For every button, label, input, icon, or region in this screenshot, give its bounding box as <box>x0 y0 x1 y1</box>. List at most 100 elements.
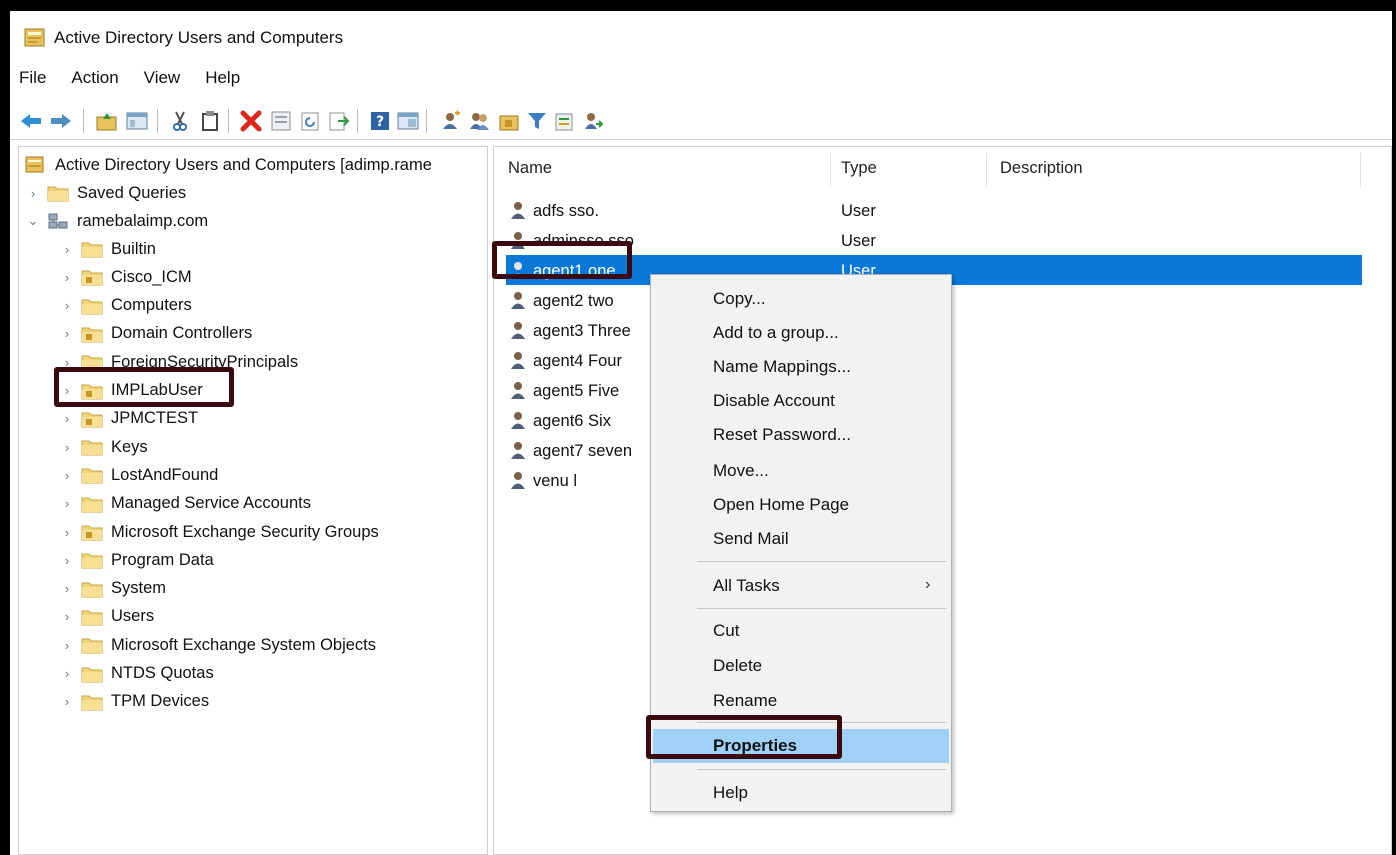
new-user-icon[interactable] <box>438 108 464 134</box>
chevron-right-icon[interactable]: › <box>59 581 75 597</box>
chevron-right-icon[interactable]: › <box>59 609 75 625</box>
user-icon <box>508 410 530 432</box>
chevron-right-icon[interactable]: › <box>59 552 75 568</box>
copy-icon[interactable] <box>197 108 223 134</box>
column-header-type[interactable]: Type <box>841 159 877 178</box>
submenu-arrow-icon: › <box>925 576 931 593</box>
menu-item-add-to-group[interactable]: Add to a group... <box>713 323 839 343</box>
toolbar: ? <box>10 102 1392 140</box>
tree-item-saved-queries[interactable]: › Saved Queries <box>25 179 186 207</box>
chevron-right-icon[interactable]: › <box>59 326 75 342</box>
properties-icon[interactable] <box>268 108 294 134</box>
add-to-group-icon[interactable] <box>552 108 578 134</box>
export-icon[interactable] <box>326 108 352 134</box>
menu-item-properties[interactable]: Properties <box>713 736 797 756</box>
column-header-description[interactable]: Description <box>1000 159 1083 178</box>
view-icon[interactable] <box>395 108 421 134</box>
tree-item-jpmctest[interactable]: › JPMCTEST <box>59 405 198 433</box>
console-tree-icon[interactable] <box>124 108 150 134</box>
column-header-name[interactable]: Name <box>508 159 552 178</box>
chevron-right-icon[interactable]: › <box>59 666 75 682</box>
menu-item-rename[interactable]: Rename <box>713 691 777 711</box>
menu-item-copy[interactable]: Copy... <box>713 289 766 309</box>
chevron-right-icon[interactable]: › <box>59 496 75 512</box>
chevron-right-icon[interactable]: › <box>59 354 75 370</box>
back-icon[interactable] <box>18 108 44 134</box>
chevron-right-icon[interactable]: › <box>59 694 75 710</box>
menu-item-send-mail[interactable]: Send Mail <box>713 529 789 549</box>
chevron-right-icon[interactable]: › <box>59 411 75 427</box>
up-folder-icon[interactable] <box>94 108 120 134</box>
chevron-right-icon[interactable]: › <box>59 637 75 653</box>
tree-item-label: Microsoft Exchange Security Groups <box>111 522 379 541</box>
tree-item-users[interactable]: › Users <box>59 603 154 631</box>
tree-item-system[interactable]: › System <box>59 575 166 603</box>
tree-root[interactable]: Active Directory Users and Computers [ad… <box>25 151 432 179</box>
tree-item-label: Builtin <box>111 239 156 258</box>
aduc-window: Active Directory Users and Computers Fil… <box>10 11 1392 855</box>
tree-item-implabuser[interactable]: › IMPLabUser <box>59 377 203 405</box>
new-ou-icon[interactable] <box>496 108 522 134</box>
tree-item-managed-service-accounts[interactable]: › Managed Service Accounts <box>59 490 311 518</box>
filter-icon[interactable] <box>524 108 550 134</box>
menu-item-all-tasks[interactable]: All Tasks <box>713 576 780 596</box>
chevron-right-icon[interactable]: › <box>59 383 75 399</box>
tree-item-foreignsecurityprincipals[interactable]: › ForeignSecurityPrincipals <box>59 348 298 376</box>
menu-item-help[interactable]: Help <box>713 783 748 803</box>
context-menu: Copy... Add to a group... Name Mappings.… <box>650 274 952 812</box>
tree-item-lostandfound[interactable]: › LostAndFound <box>59 461 218 489</box>
tree-item-microsoft-exchange-system-objects[interactable]: › Microsoft Exchange System Objects <box>59 631 376 659</box>
user-name-cell: agent4 Four <box>508 350 622 372</box>
menu-item-reset-password[interactable]: Reset Password... <box>713 425 851 445</box>
tree-item-microsoft-exchange-security-groups[interactable]: › Microsoft Exchange Security Groups <box>59 518 379 546</box>
tree-item-cisco-icm[interactable]: › Cisco_ICM <box>59 263 192 291</box>
aduc-root-icon <box>25 156 47 174</box>
new-group-icon[interactable] <box>467 108 493 134</box>
tree-item-tpm-devices[interactable]: › TPM Devices <box>59 688 209 716</box>
tree-item-domain-controllers[interactable]: › Domain Controllers <box>59 320 252 348</box>
menu-item-name-mappings[interactable]: Name Mappings... <box>713 357 851 377</box>
chevron-right-icon[interactable]: › <box>59 467 75 483</box>
cut-icon[interactable] <box>167 108 193 134</box>
folder-icon <box>81 665 103 683</box>
tree-item-label: Keys <box>111 437 148 456</box>
user-name-cell: agent5 Five <box>508 380 619 402</box>
refresh-icon[interactable] <box>298 108 324 134</box>
tree-item-ntds-quotas[interactable]: › NTDS Quotas <box>59 660 214 688</box>
window-title: Active Directory Users and Computers <box>54 28 344 47</box>
tree-item-builtin[interactable]: › Builtin <box>59 235 156 263</box>
chevron-down-icon[interactable]: ⌄ <box>25 213 41 229</box>
menu-item-delete[interactable]: Delete <box>713 656 762 676</box>
user-name-cell: agent7 seven <box>508 440 632 462</box>
tree-item-label: Cisco_ICM <box>111 267 192 286</box>
folder-icon <box>81 636 103 654</box>
chevron-right-icon[interactable]: › <box>59 524 75 540</box>
menu-view[interactable]: View <box>130 64 192 94</box>
domain-icon <box>47 212 69 230</box>
help-icon[interactable]: ? <box>367 108 393 134</box>
menu-item-disable-account[interactable]: Disable Account <box>713 391 835 411</box>
table-row[interactable]: adfs sso. User <box>494 197 1391 225</box>
menu-item-move[interactable]: Move... <box>713 461 769 481</box>
chevron-right-icon[interactable]: › <box>25 185 41 201</box>
user-name-cell: agent3 Three <box>508 320 631 342</box>
folder-icon <box>81 551 103 569</box>
menu-item-open-home-page[interactable]: Open Home Page <box>713 495 849 515</box>
tree-item-domain[interactable]: ⌄ ramebalaimp.com <box>25 207 209 235</box>
chevron-right-icon[interactable]: › <box>59 298 75 314</box>
delegate-icon[interactable] <box>580 108 606 134</box>
tree-item-program-data[interactable]: › Program Data <box>59 546 214 574</box>
menu-item-cut[interactable]: Cut <box>713 621 739 641</box>
menu-help[interactable]: Help <box>191 64 251 94</box>
table-row[interactable]: adminsso sso User <box>494 227 1391 255</box>
forward-icon[interactable] <box>48 108 74 134</box>
tree-item-keys[interactable]: › Keys <box>59 433 148 461</box>
chevron-right-icon[interactable]: › <box>59 241 75 257</box>
tree-item-label: Program Data <box>111 550 214 569</box>
tree-item-computers[interactable]: › Computers <box>59 292 192 320</box>
menu-file[interactable]: File <box>10 64 57 94</box>
menu-action[interactable]: Action <box>57 64 129 94</box>
chevron-right-icon[interactable]: › <box>59 269 75 285</box>
delete-icon[interactable] <box>238 108 264 134</box>
chevron-right-icon[interactable]: › <box>59 439 75 455</box>
